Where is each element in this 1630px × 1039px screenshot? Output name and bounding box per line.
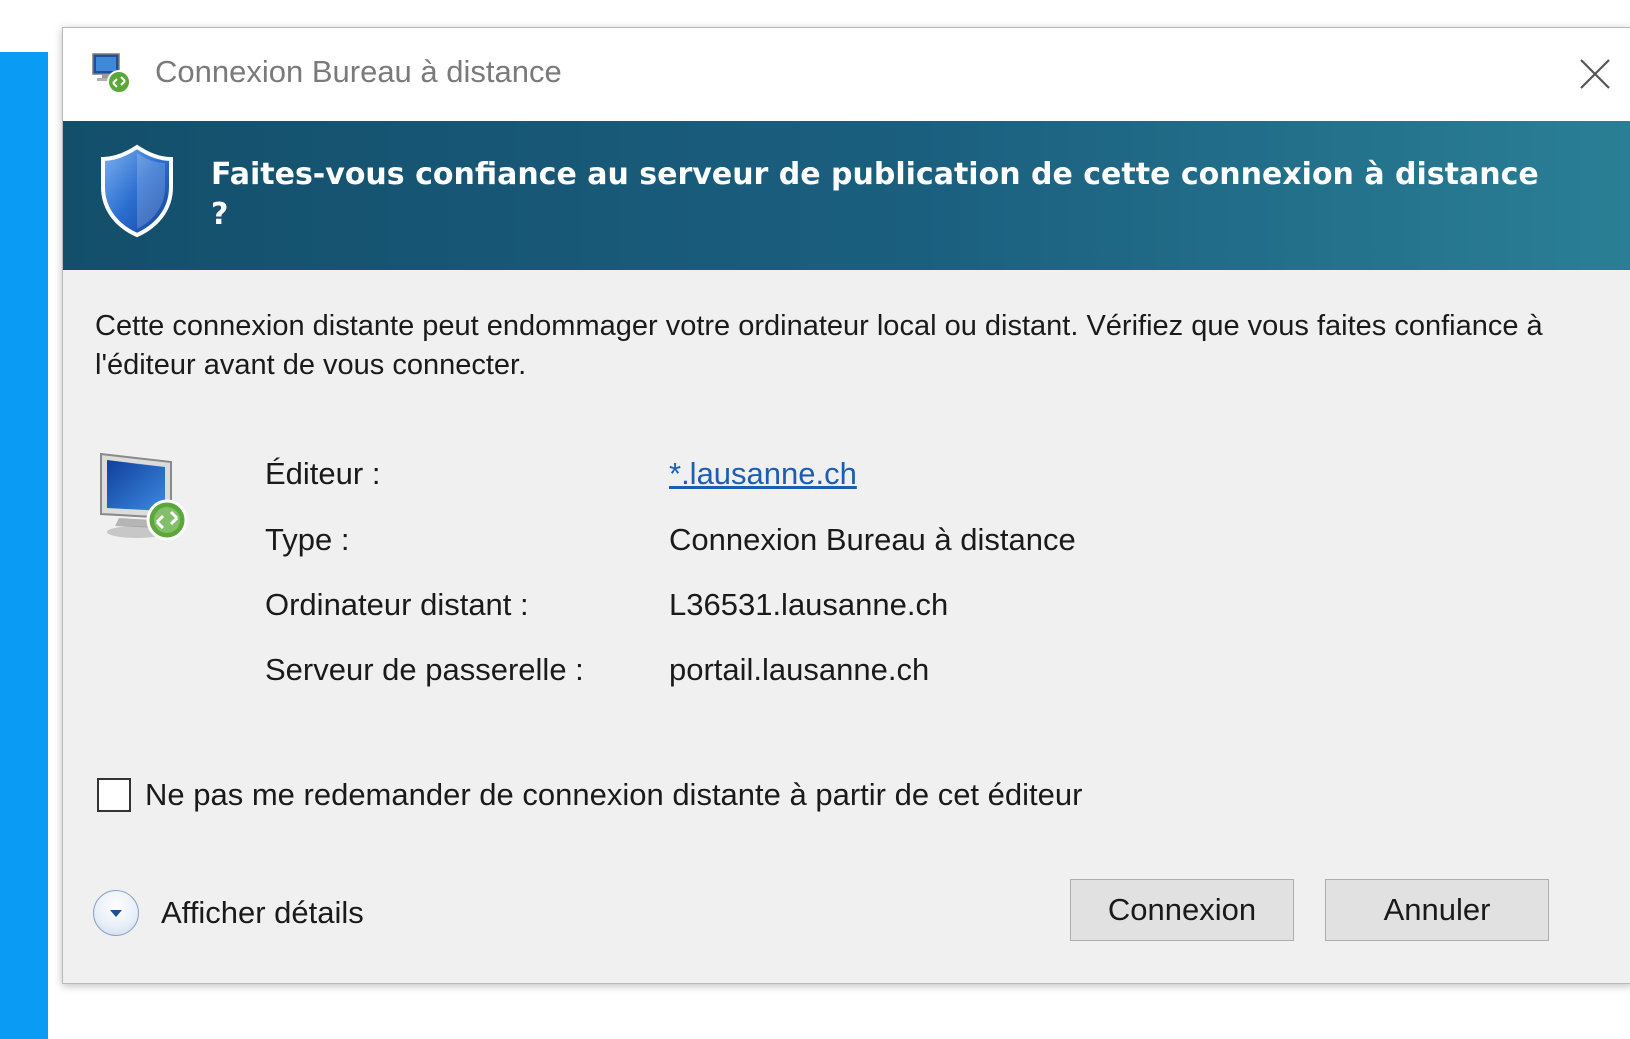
type-label: Type :	[265, 522, 350, 557]
window-title: Connexion Bureau à distance	[155, 54, 562, 89]
banner-title: Faites-vous confiance au serveur de publ…	[211, 157, 1539, 232]
remote-desktop-icon	[89, 50, 135, 96]
computer-connection-icon	[97, 448, 197, 548]
remote-desktop-dialog: Connexion Bureau à distance Faites-vous …	[62, 27, 1630, 984]
gateway-server-label: Serveur de passerelle :	[265, 652, 584, 687]
shield-icon	[97, 143, 177, 238]
close-icon	[1580, 59, 1610, 89]
publisher-label: Éditeur :	[265, 456, 381, 491]
background-accent-strip	[0, 52, 48, 1039]
show-details-label: Afficher détails	[161, 895, 364, 930]
dont-ask-again-label: Ne pas me redemander de connexion distan…	[145, 777, 1083, 812]
dont-ask-again-checkbox[interactable]	[97, 778, 131, 812]
gateway-server-value: portail.lausanne.ch	[669, 652, 930, 687]
chevron-down-icon	[93, 890, 139, 936]
remote-computer-label: Ordinateur distant :	[265, 587, 529, 622]
remote-computer-value: L36531.lausanne.ch	[669, 587, 949, 622]
warning-message: Cette connexion distante peut endommager…	[95, 310, 1543, 381]
close-button[interactable]	[1567, 46, 1623, 102]
type-value: Connexion Bureau à distance	[669, 522, 1076, 557]
show-details-toggle[interactable]: Afficher détails	[93, 890, 364, 936]
title-bar: Connexion Bureau à distance	[63, 28, 1630, 121]
security-banner: Faites-vous confiance au serveur de publ…	[63, 121, 1630, 270]
dont-ask-again-row[interactable]: Ne pas me redemander de connexion distan…	[97, 777, 1082, 813]
connect-button[interactable]: Connexion	[1070, 879, 1294, 941]
cancel-button[interactable]: Annuler	[1325, 879, 1549, 941]
publisher-link[interactable]: *.lausanne.ch	[669, 456, 857, 492]
